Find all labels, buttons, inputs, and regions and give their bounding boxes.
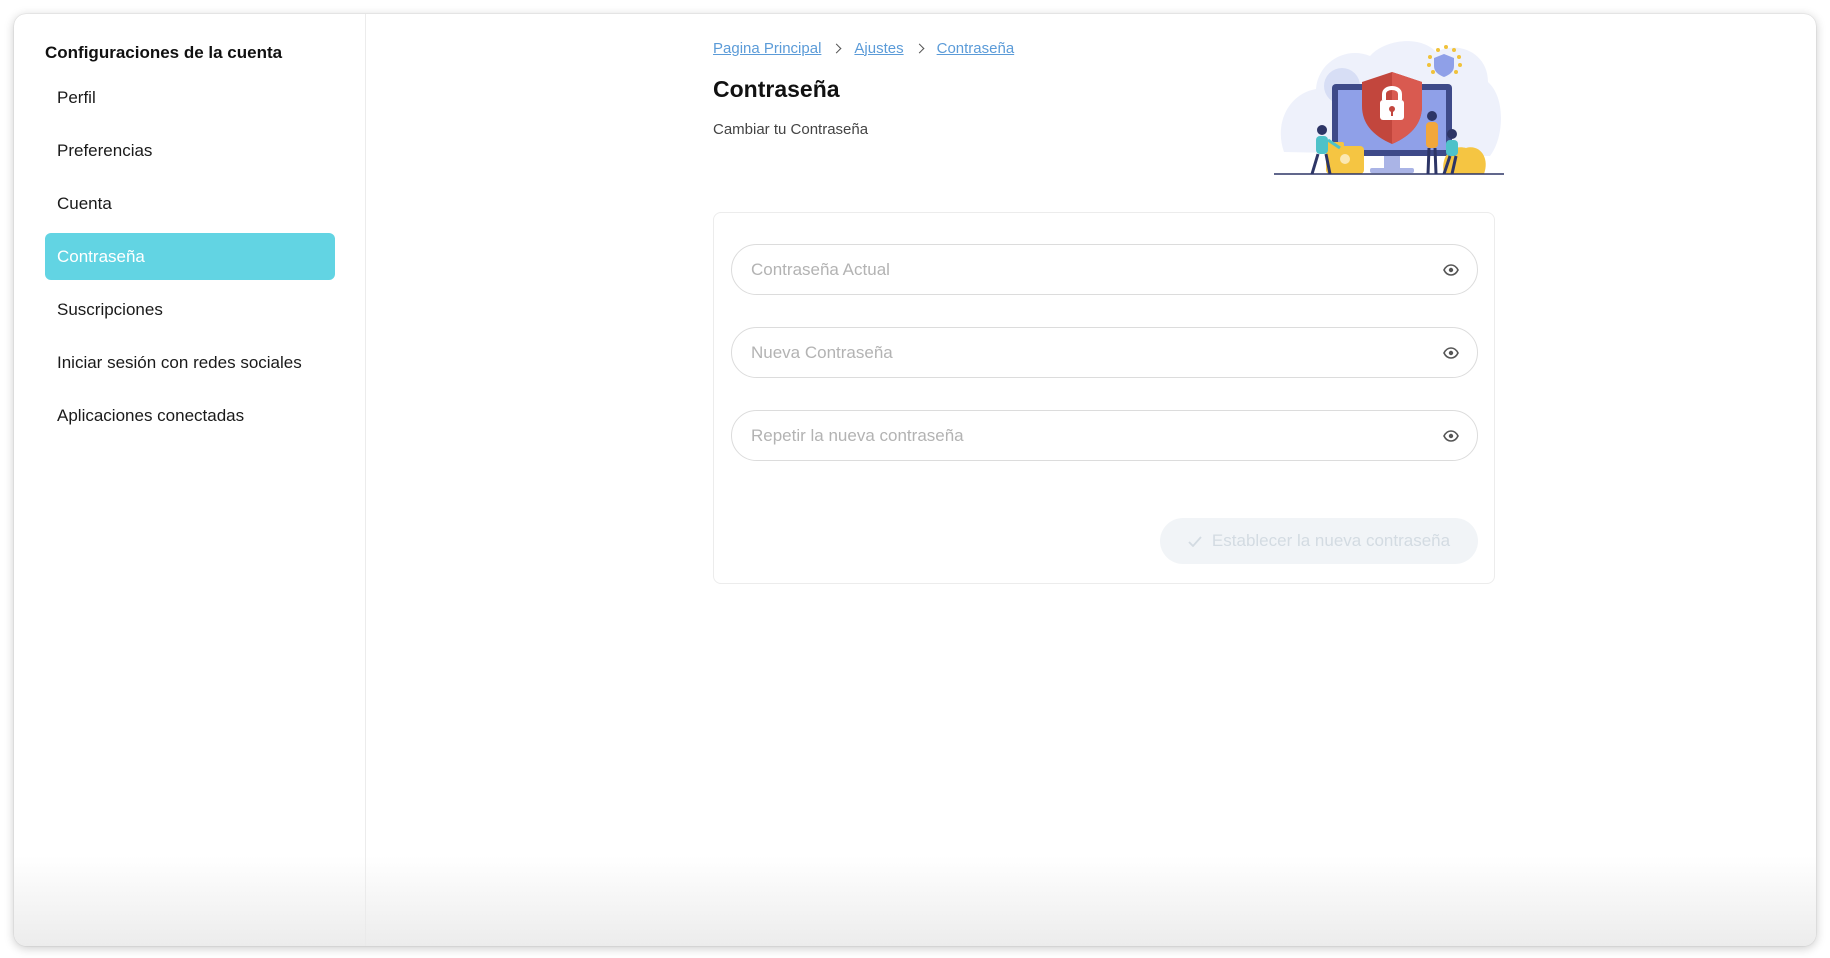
breadcrumb-settings-link[interactable]: Ajustes	[854, 40, 903, 57]
set-new-password-label: Establecer la nueva contraseña	[1211, 531, 1451, 550]
sidebar-item-account[interactable]: Cuenta	[45, 180, 335, 227]
sidebar-item-social-login[interactable]: Iniciar sesión con redes sociales	[45, 339, 335, 386]
chevron-right-icon	[914, 43, 925, 53]
sidebar-item-profile[interactable]: Perfil	[45, 74, 335, 121]
check-icon	[1188, 535, 1202, 547]
eye-icon[interactable]	[1441, 260, 1461, 280]
chevron-right-icon	[831, 43, 842, 53]
set-new-password-button[interactable]: Establecer la nueva contraseña	[1160, 518, 1478, 564]
eye-icon[interactable]	[1441, 343, 1461, 363]
app-window: Configuraciones de la cuenta Perfil Pref…	[14, 14, 1816, 946]
breadcrumb-password-link[interactable]: Contraseña	[937, 40, 1015, 57]
main-panel: Pagina Principal Ajustes Contraseña Cont…	[366, 14, 1816, 946]
sidebar-title: Configuraciones de la cuenta	[45, 43, 283, 62]
eye-icon[interactable]	[1441, 426, 1461, 446]
sidebar-item-preferences[interactable]: Preferencias	[45, 127, 335, 174]
new-password-input[interactable]	[732, 328, 1441, 377]
new-password-field	[731, 327, 1478, 378]
breadcrumb-home-link[interactable]: Pagina Principal	[713, 40, 821, 57]
settings-sidebar: Configuraciones de la cuenta Perfil Pref…	[14, 14, 366, 946]
current-password-input[interactable]	[732, 245, 1441, 294]
repeat-password-input[interactable]	[732, 411, 1441, 460]
security-illustration	[1274, 34, 1504, 184]
sidebar-item-subscriptions[interactable]: Suscripciones	[45, 286, 335, 333]
repeat-password-field	[731, 410, 1478, 461]
current-password-field	[731, 244, 1478, 295]
change-password-form: Establecer la nueva contraseña	[713, 212, 1495, 584]
sidebar-item-connected-apps[interactable]: Aplicaciones conectadas	[45, 392, 335, 439]
sidebar-item-password[interactable]: Contraseña	[45, 233, 335, 280]
